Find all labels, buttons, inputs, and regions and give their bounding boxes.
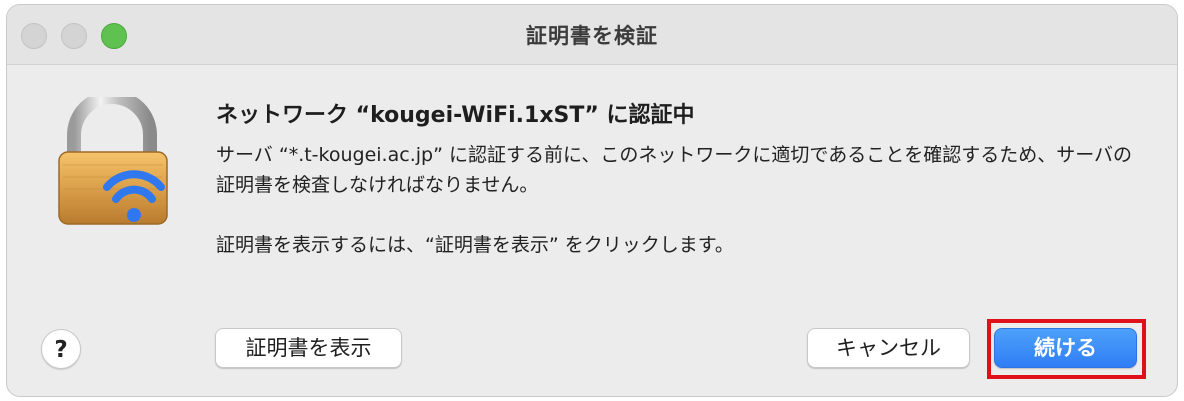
show-certificate-button[interactable]: 証明書を表示 bbox=[215, 328, 402, 368]
message-paragraph-2: 証明書を表示するには、“証明書を表示” をクリックします。 bbox=[216, 234, 734, 256]
title-bar: 証明書を検証 bbox=[7, 5, 1177, 65]
dialog-heading: ネットワーク “kougei-WiFi.1xST” に認証中 bbox=[216, 103, 695, 128]
wifi-lock-icon bbox=[51, 90, 181, 237]
continue-button[interactable]: 続ける bbox=[994, 328, 1137, 368]
message-paragraph-1: サーバ “*.t-kougei.ac.jp” に認証する前に、このネットワークに… bbox=[216, 144, 1133, 196]
help-button[interactable]: ? bbox=[41, 329, 81, 369]
dialog-message: サーバ “*.t-kougei.ac.jp” に認証する前に、このネットワークに… bbox=[216, 140, 1146, 260]
certificate-dialog-window: 証明書を検証 ネットワーク “kougei-WiFi.1xST” に認証中 サー… bbox=[6, 4, 1178, 397]
cancel-button[interactable]: キャンセル bbox=[807, 328, 970, 368]
window-title: 証明書を検証 bbox=[526, 24, 658, 48]
